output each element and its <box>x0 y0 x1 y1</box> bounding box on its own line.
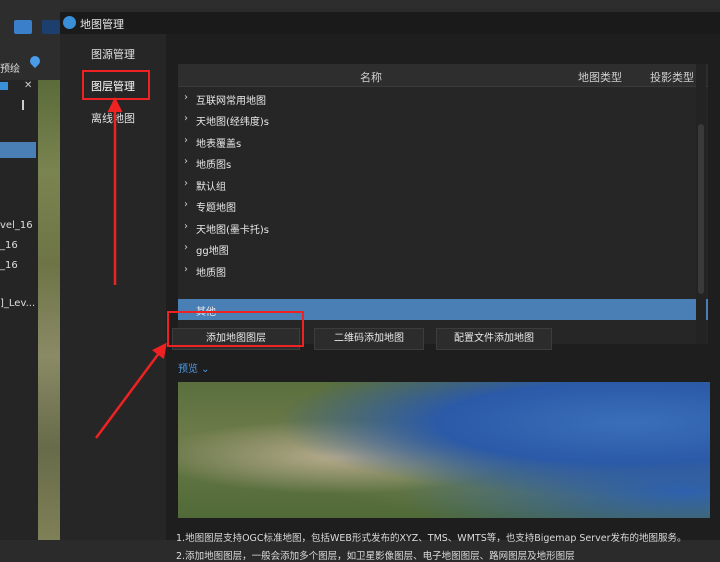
footer-note-2: 2.添加地图图层，一般会添加多个图层，如卫星影像图层、电子地图图层、路网图层及地… <box>176 551 575 562</box>
arrow-to-add-button <box>94 342 167 439</box>
annotation-arrows <box>94 97 167 439</box>
